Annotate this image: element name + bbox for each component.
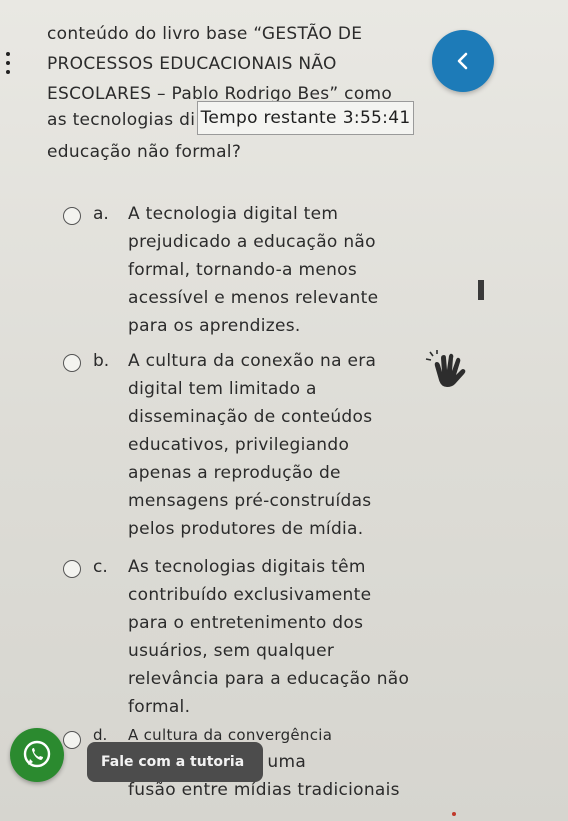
option-a-letter: a. <box>93 204 109 224</box>
scroll-indicator <box>452 812 456 816</box>
question-text-line: as tecnologias di <box>47 110 196 130</box>
chat-tutor-label: Fale com a tutoria <box>101 754 245 770</box>
option-a-text[interactable]: acessível e menos relevante <box>128 288 378 308</box>
question-text-line: educação não formal? <box>47 142 242 162</box>
option-a-text[interactable]: para os aprendizes. <box>128 316 301 336</box>
option-b-text[interactable]: disseminação de conteúdos <box>128 407 372 427</box>
whatsapp-icon[interactable] <box>10 728 64 782</box>
option-c-text[interactable]: formal. <box>128 697 190 717</box>
option-a-text[interactable]: formal, tornando-a menos <box>128 260 357 280</box>
chat-tutor-button[interactable]: Fale com a tutoria <box>87 742 263 782</box>
chevron-left-icon <box>457 52 468 70</box>
question-page: conteúdo do livro base “GESTÃO DE PROCES… <box>0 0 568 821</box>
option-a-radio[interactable] <box>63 207 81 225</box>
option-d-radio[interactable] <box>63 731 81 749</box>
option-c-letter: c. <box>93 557 108 577</box>
timer-value: 3:55:41 <box>342 108 411 128</box>
option-b-letter: b. <box>93 351 110 371</box>
option-b-radio[interactable] <box>63 354 81 372</box>
kebab-menu-icon[interactable] <box>5 52 11 74</box>
back-button[interactable] <box>432 30 494 92</box>
option-b-text[interactable]: digital tem limitado a <box>128 379 317 399</box>
option-c-text[interactable]: relevância para a educação não <box>128 669 409 689</box>
option-b-text[interactable]: educativos, privilegiando <box>128 435 349 455</box>
question-text-line: PROCESSOS EDUCACIONAIS NÃO <box>47 54 337 74</box>
option-b-text[interactable]: A cultura da conexão na era <box>128 351 376 371</box>
timer-label: Tempo restante <box>200 108 337 128</box>
option-b-text[interactable]: apenas a reprodução de <box>128 463 341 483</box>
option-b-text[interactable]: mensagens pré-construídas <box>128 491 371 511</box>
option-d-text[interactable]: fusão entre mídias tradicionais <box>128 780 400 800</box>
timer-box: Tempo restante 3:55:41 <box>197 101 414 135</box>
option-c-text[interactable]: contribuído exclusivamente <box>128 585 371 605</box>
option-c-text[interactable]: As tecnologias digitais têm <box>128 557 366 577</box>
option-c-radio[interactable] <box>63 560 81 578</box>
option-a-text[interactable]: A tecnologia digital tem <box>128 204 338 224</box>
side-indicator <box>478 280 484 300</box>
question-text-line: conteúdo do livro base “GESTÃO DE <box>47 24 363 44</box>
option-b-text[interactable]: pelos produtores de mídia. <box>128 519 363 539</box>
option-c-text[interactable]: para o entretenimento dos <box>128 613 363 633</box>
option-c-text[interactable]: usuários, sem qualquer <box>128 641 334 661</box>
option-a-text[interactable]: prejudicado a educação não <box>128 232 376 252</box>
hand-talk-icon[interactable] <box>425 350 471 390</box>
